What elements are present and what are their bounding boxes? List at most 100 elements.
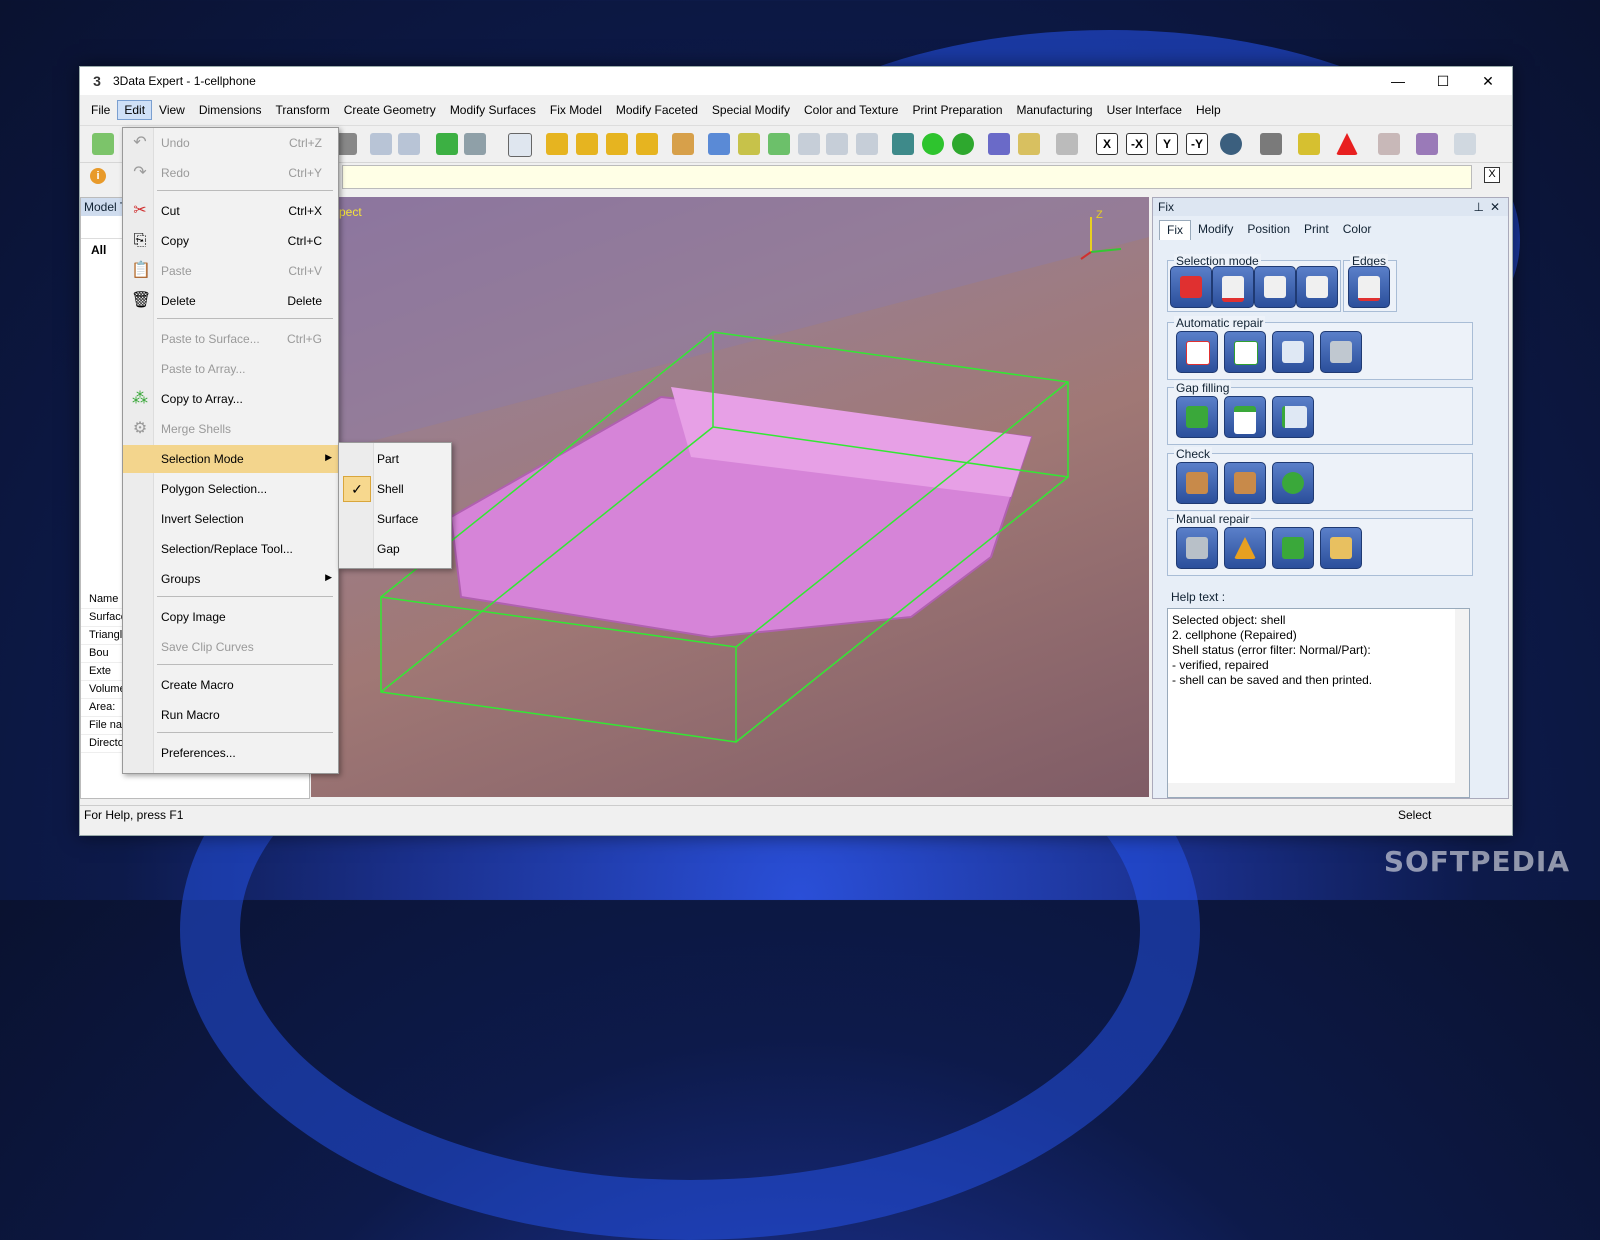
mirror-icon[interactable]: [636, 133, 658, 155]
sphere-icon[interactable]: [1220, 133, 1242, 155]
menu-item-save-clip-curves[interactable]: Save Clip Curves: [123, 633, 338, 661]
render-wire-icon[interactable]: [892, 133, 914, 155]
tab-position[interactable]: Position: [1240, 220, 1297, 240]
texture-icon[interactable]: [1416, 133, 1438, 155]
move-icon[interactable]: [546, 133, 568, 155]
menu-item-copy-image[interactable]: Copy Image: [123, 603, 338, 631]
check-wall-button[interactable]: [1176, 462, 1218, 504]
menu-special-modify[interactable]: Special Modify: [705, 100, 797, 120]
help-vertical-scrollbar[interactable]: [1455, 609, 1469, 797]
select-part-button[interactable]: [1170, 266, 1212, 308]
tab-fix[interactable]: Fix: [1159, 220, 1191, 240]
menu-item-groups[interactable]: Groups ▶: [123, 565, 338, 593]
menu-item-selection-replace-tool[interactable]: Selection/Replace Tool...: [123, 535, 338, 563]
wrench-button[interactable]: [1320, 331, 1362, 373]
menu-item-redo[interactable]: ↷ Redo Ctrl+Y: [123, 159, 338, 187]
perspective-icon[interactable]: [988, 133, 1010, 155]
menu-item-selection-mode[interactable]: Selection Mode ▶: [123, 445, 338, 473]
export-icon[interactable]: [1298, 133, 1320, 155]
minimize-button[interactable]: —: [1375, 67, 1421, 95]
tab-print[interactable]: Print: [1297, 220, 1336, 240]
add-triangle-button[interactable]: [1224, 527, 1266, 569]
menu-item-paste-to-surface[interactable]: Paste to Surface... Ctrl+G: [123, 325, 338, 353]
stitch-button[interactable]: [1272, 331, 1314, 373]
zoom-all-icon[interactable]: [768, 133, 790, 155]
info-close-button[interactable]: X: [1484, 167, 1500, 183]
submenu-item-part[interactable]: Part: [339, 444, 451, 474]
close-button[interactable]: ✕: [1465, 67, 1511, 95]
menu-item-preferences[interactable]: Preferences...: [123, 739, 338, 767]
zoom-out-icon[interactable]: [856, 133, 878, 155]
menu-item-copy-to-array[interactable]: ⁂ Copy to Array...: [123, 385, 338, 413]
auto-repair-green-button[interactable]: [1224, 331, 1266, 373]
menu-transform[interactable]: Transform: [269, 100, 337, 120]
menu-item-invert-selection[interactable]: Invert Selection: [123, 505, 338, 533]
auto-repair-button[interactable]: [1176, 331, 1218, 373]
scale-icon[interactable]: [606, 133, 628, 155]
printer-icon[interactable]: [1260, 133, 1282, 155]
settings-icon[interactable]: [1454, 133, 1476, 155]
report-icon[interactable]: [1378, 133, 1400, 155]
menu-file[interactable]: File: [84, 100, 117, 120]
render-solid-icon[interactable]: [922, 133, 944, 155]
redo-icon[interactable]: [398, 133, 420, 155]
zoom-in-icon[interactable]: [826, 133, 848, 155]
select-surface-button[interactable]: [1254, 266, 1296, 308]
menu-item-run-macro[interactable]: Run Macro: [123, 701, 338, 729]
grid-icon[interactable]: [1056, 133, 1078, 155]
fill-hole-button[interactable]: [1176, 396, 1218, 438]
view-neg-y-button[interactable]: -Y: [1186, 133, 1208, 155]
new-file-icon[interactable]: [92, 133, 114, 155]
orbit-icon[interactable]: [1018, 133, 1040, 155]
fill-curve-button[interactable]: [1272, 396, 1314, 438]
help-horizontal-scrollbar[interactable]: [1168, 783, 1469, 797]
submenu-item-shell[interactable]: ✓ Shell: [339, 474, 451, 504]
zoom-window-icon[interactable]: [738, 133, 760, 155]
select-gap-button[interactable]: [1296, 266, 1338, 308]
menu-item-undo[interactable]: ↶ Undo Ctrl+Z: [123, 129, 338, 157]
menu-edit[interactable]: Edit: [117, 100, 153, 120]
select-shell-button[interactable]: [1212, 266, 1254, 308]
undo-icon[interactable]: [370, 133, 392, 155]
zoom-icon[interactable]: [798, 133, 820, 155]
menu-item-delete[interactable]: 🗑 Delete Delete: [123, 287, 338, 315]
hand-triangle-button[interactable]: [1320, 527, 1362, 569]
menu-item-paste[interactable]: 📋 Paste Ctrl+V: [123, 257, 338, 285]
submenu-item-surface[interactable]: Surface: [339, 504, 451, 534]
menu-item-copy[interactable]: ⎘ Copy Ctrl+C: [123, 227, 338, 255]
tab-color[interactable]: Color: [1336, 220, 1379, 240]
view-x-button[interactable]: X: [1096, 133, 1118, 155]
menu-item-merge-shells[interactable]: ⚙ Merge Shells: [123, 415, 338, 443]
menu-item-paste-to-array[interactable]: Paste to Array...: [123, 355, 338, 383]
menu-modify-faceted[interactable]: Modify Faceted: [609, 100, 705, 120]
menu-view[interactable]: View: [152, 100, 192, 120]
menu-manufacturing[interactable]: Manufacturing: [1010, 100, 1100, 120]
menu-item-create-macro[interactable]: Create Macro: [123, 671, 338, 699]
copy-array-icon[interactable]: [436, 133, 458, 155]
menu-create-geometry[interactable]: Create Geometry: [337, 100, 443, 120]
check-wall-2-button[interactable]: [1224, 462, 1266, 504]
pin-icon[interactable]: ⊥: [1474, 198, 1484, 216]
maximize-button[interactable]: ☐: [1420, 67, 1466, 95]
view-y-button[interactable]: Y: [1156, 133, 1178, 155]
merge-icon[interactable]: [464, 133, 486, 155]
pan-icon[interactable]: [708, 133, 730, 155]
menu-color-texture[interactable]: Color and Texture: [797, 100, 906, 120]
menu-modify-surfaces[interactable]: Modify Surfaces: [443, 100, 543, 120]
delete-triangles-button[interactable]: [1176, 527, 1218, 569]
submenu-item-gap[interactable]: Gap: [339, 534, 451, 564]
tab-modify[interactable]: Modify: [1191, 220, 1240, 240]
menu-item-polygon-selection[interactable]: Polygon Selection...: [123, 475, 338, 503]
menu-user-interface[interactable]: User Interface: [1100, 100, 1189, 120]
panel-close-icon[interactable]: ✕: [1490, 198, 1500, 216]
warning-icon[interactable]: [1336, 133, 1358, 155]
select-edges-button[interactable]: [1348, 266, 1390, 308]
fill-strip-button[interactable]: [1224, 396, 1266, 438]
check-tree-button[interactable]: [1272, 462, 1314, 504]
menu-item-cut[interactable]: ✂ Cut Ctrl+X: [123, 197, 338, 225]
menu-print-preparation[interactable]: Print Preparation: [905, 100, 1009, 120]
view-neg-x-button[interactable]: -X: [1126, 133, 1148, 155]
eye-icon[interactable]: [672, 133, 694, 155]
menu-dimensions[interactable]: Dimensions: [192, 100, 269, 120]
rotate-icon[interactable]: [576, 133, 598, 155]
